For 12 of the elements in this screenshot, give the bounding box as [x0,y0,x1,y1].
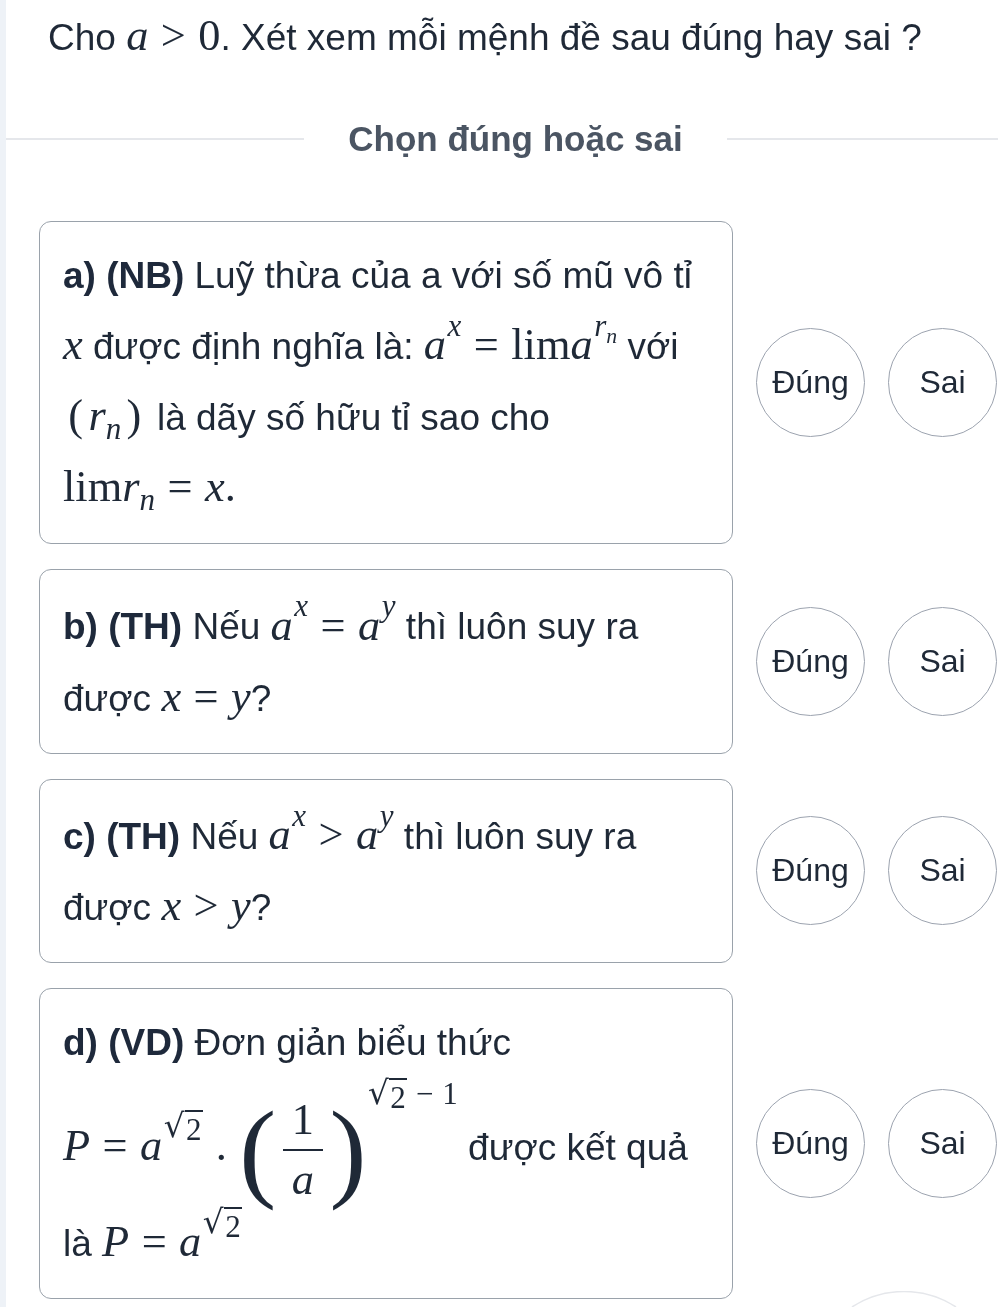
answer-option-button[interactable]: Sai [888,606,997,716]
instruction-label: Chọn đúng hoặc sai [348,119,683,159]
answer-option-button[interactable]: Sai [888,1089,997,1199]
answer-option-button[interactable]: Sai [888,328,997,438]
statement-text: c) (TH) Nếu a$^{x}$ > a$^{y}$ thì luôn suy ra được x > y? [63,799,638,932]
answer-option-button[interactable]: Đúng [756,606,865,716]
answer-option-button[interactable]: Đúng [756,1089,865,1199]
statement-text: b) (TH) Nếu a$^{x}$ = a$^{y}$ thì luôn suy ra được x = y? [63,590,640,723]
question-text: Cho a > 0. Xét xem mỗi mệnh đề sau đúng hay sai ? [47,12,923,61]
answer-option-button[interactable]: Đúng [756,816,865,926]
answer-option-button[interactable]: Đúng [756,328,865,438]
answer-option-button[interactable]: Sai [888,816,997,926]
